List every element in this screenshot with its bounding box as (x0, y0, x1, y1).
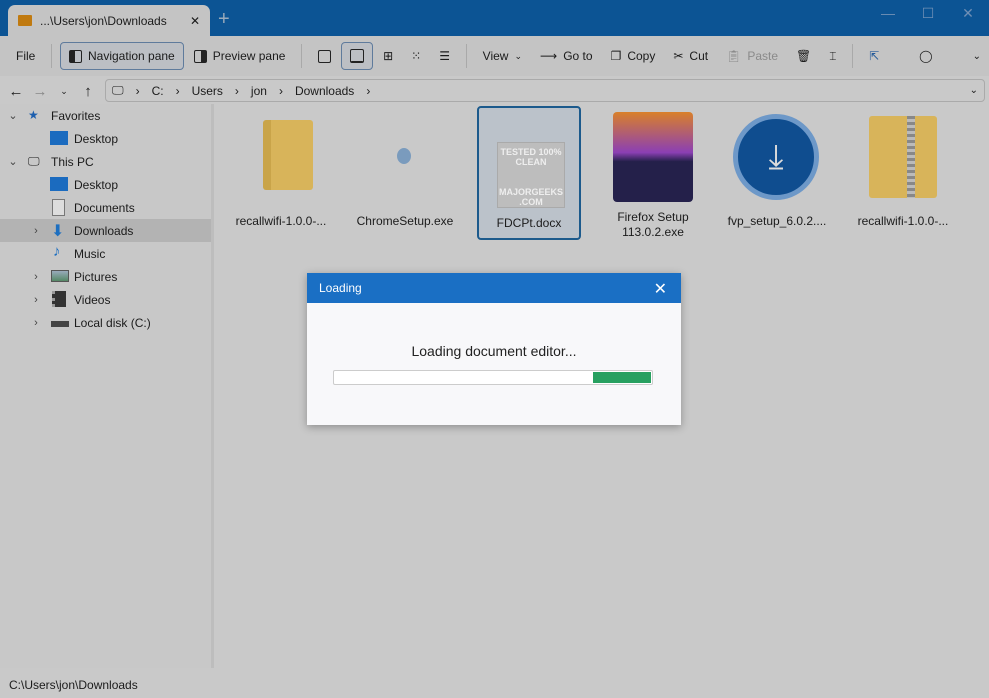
copy-icon: ❐ (610, 49, 622, 63)
preview-icon (193, 49, 207, 63)
file-item[interactable]: ⤓ fvp_setup_6.0.2.... (725, 106, 829, 240)
desktop-icon (50, 131, 68, 145)
maximize-button[interactable]: ☐ (908, 0, 948, 26)
pictures-icon (51, 270, 69, 282)
computer-icon: 🖵︎ (28, 153, 40, 168)
rename-icon[interactable]: ⌶ (821, 42, 844, 70)
clipboard-icon: 📋︎ (726, 49, 742, 63)
sidebar-item-desktop[interactable]: Desktop (0, 173, 211, 196)
view-menu[interactable]: View ⌄ (475, 42, 530, 70)
pane-icon (69, 49, 82, 63)
videos-icon (52, 291, 66, 307)
preview-pane-button[interactable]: Preview pane (186, 42, 294, 70)
back-icon[interactable]: ← (4, 83, 28, 100)
divider (51, 44, 52, 68)
address-bar[interactable]: 🖵︎ › C: › Users › jon › Downloads › ⌄ (105, 79, 985, 102)
address-dropdown-icon[interactable]: ⌄ (970, 85, 978, 96)
share-icon[interactable]: ⇱ (861, 42, 887, 70)
grid-small-icon[interactable]: ⁙ (403, 42, 429, 70)
dialog-header: Loading (307, 273, 681, 303)
up-icon[interactable]: ↑ (76, 83, 100, 100)
computer-icon: 🖵︎ (112, 83, 124, 97)
progress-bar (333, 370, 653, 385)
download-icon: ⬇ (51, 223, 65, 240)
address-row: ← → ⌄ ↑ 🖵︎ › C: › Users › jon › Downloads › ⌄ (0, 78, 989, 104)
sidebar-item-music[interactable]: ♪ Music (0, 242, 211, 265)
breadcrumb-jon[interactable]: jon (251, 84, 267, 98)
divider (301, 44, 303, 68)
navigation-pane-button[interactable]: Navigation pane (60, 42, 184, 70)
label: View (482, 49, 509, 63)
file-item[interactable]: recallwifi-1.0.0-... (229, 106, 333, 240)
goto-button[interactable]: ⟶ Go to (532, 42, 601, 70)
split-view-icon[interactable] (341, 42, 374, 70)
chevron-down-icon: ⌄ (514, 50, 522, 61)
desktop-icon (50, 177, 68, 191)
grid-icon[interactable]: ⊞ (375, 42, 401, 70)
label: Paste (747, 49, 779, 63)
document-icon (52, 199, 65, 216)
drive-icon (51, 321, 69, 327)
sidebar-item-downloads[interactable]: › ⬇ Downloads (0, 219, 211, 242)
tab-title: ...\Users\jon\Downloads (40, 13, 167, 28)
star-icon: ★ (28, 107, 39, 122)
file-item[interactable]: Firefox Setup 113.0.2.exe (601, 106, 705, 240)
sidebar-item-favorites[interactable]: ⌄ ★ Favorites (0, 104, 211, 127)
status-bar: C:\Users\jon\Downloads (0, 672, 989, 698)
file-item-selected[interactable]: TESTED 100% CLEAN MAJORGEEKS .COM FDCPt.do… (477, 106, 581, 240)
copy-button[interactable]: ❐ Copy (603, 42, 664, 70)
paste-button[interactable]: 📋︎ Paste (718, 42, 786, 70)
minimize-button[interactable]: — (868, 0, 908, 26)
firefox-icon (613, 112, 693, 202)
list-icon[interactable]: ☰ (431, 42, 458, 70)
breadcrumb-c[interactable]: C: (152, 84, 164, 98)
navigation-pane: ⌄ ★ Favorites Desktop ⌄ 🖵︎ This PC Desktop D… (0, 104, 214, 668)
label: Navigation pane (88, 49, 175, 63)
music-icon: ♪ (53, 243, 61, 260)
loading-dialog: Loading ✕ Loading document editor... (307, 273, 681, 425)
installer-icon (397, 148, 411, 164)
loading-message: Loading document editor... (411, 343, 577, 359)
more-chevron-icon[interactable]: ⌄ (965, 42, 989, 70)
divider (852, 44, 854, 68)
recent-chevron-icon[interactable]: ⌄ (52, 86, 76, 97)
file-item[interactable]: recallwifi-1.0.0-... (851, 106, 955, 240)
breadcrumb-downloads[interactable]: Downloads (295, 84, 354, 98)
scissors-icon: ✂ (673, 49, 684, 63)
label: Cut (689, 49, 709, 63)
sidebar-item-desktop[interactable]: Desktop (0, 127, 211, 150)
file-menu[interactable]: File (8, 42, 43, 70)
new-tab-button[interactable]: + (218, 8, 230, 31)
label: Go to (563, 49, 593, 63)
delete-icon[interactable]: 🗑︎ (788, 42, 819, 70)
download-icon: ⤓ (733, 114, 819, 200)
sidebar-item-videos[interactable]: › Videos (0, 288, 211, 311)
forward-icon[interactable]: → (28, 83, 52, 100)
cut-button[interactable]: ✂ Cut (665, 42, 716, 70)
file-item[interactable]: ChromeSetup.exe (353, 106, 457, 240)
sidebar-item-this-pc[interactable]: ⌄ 🖵︎ This PC (0, 150, 211, 173)
sidebar-item-documents[interactable]: Documents (0, 196, 211, 219)
folder-icon (18, 15, 32, 26)
breadcrumb-users[interactable]: Users (192, 84, 223, 98)
close-button[interactable]: ✕ (948, 0, 988, 26)
label: Preview pane (212, 49, 286, 63)
label: Copy (627, 49, 656, 63)
folder-icon (263, 120, 313, 190)
zip-folder-icon (869, 116, 937, 198)
close-tab-icon[interactable]: ✕ (190, 14, 200, 28)
check-icon[interactable]: ◯ (911, 42, 940, 70)
document-thumbnail: TESTED 100% CLEAN MAJORGEEKS .COM (497, 142, 565, 208)
dialog-title: Loading (319, 281, 362, 295)
arrow-right-icon: ⟶ (540, 49, 558, 63)
close-icon[interactable]: ✕ (654, 279, 667, 299)
divider (466, 44, 467, 68)
sidebar-item-pictures[interactable]: › Pictures (0, 265, 211, 288)
sidebar-item-local-disk[interactable]: › Local disk (C:) (0, 311, 211, 334)
toolbar: File Navigation pane Preview pane ⊞ ⁙ ☰ … (0, 36, 989, 76)
tab-downloads[interactable]: ...\Users\jon\Downloads ✕ (8, 5, 210, 36)
single-view-icon[interactable] (310, 42, 339, 70)
progress-indicator (593, 372, 651, 383)
